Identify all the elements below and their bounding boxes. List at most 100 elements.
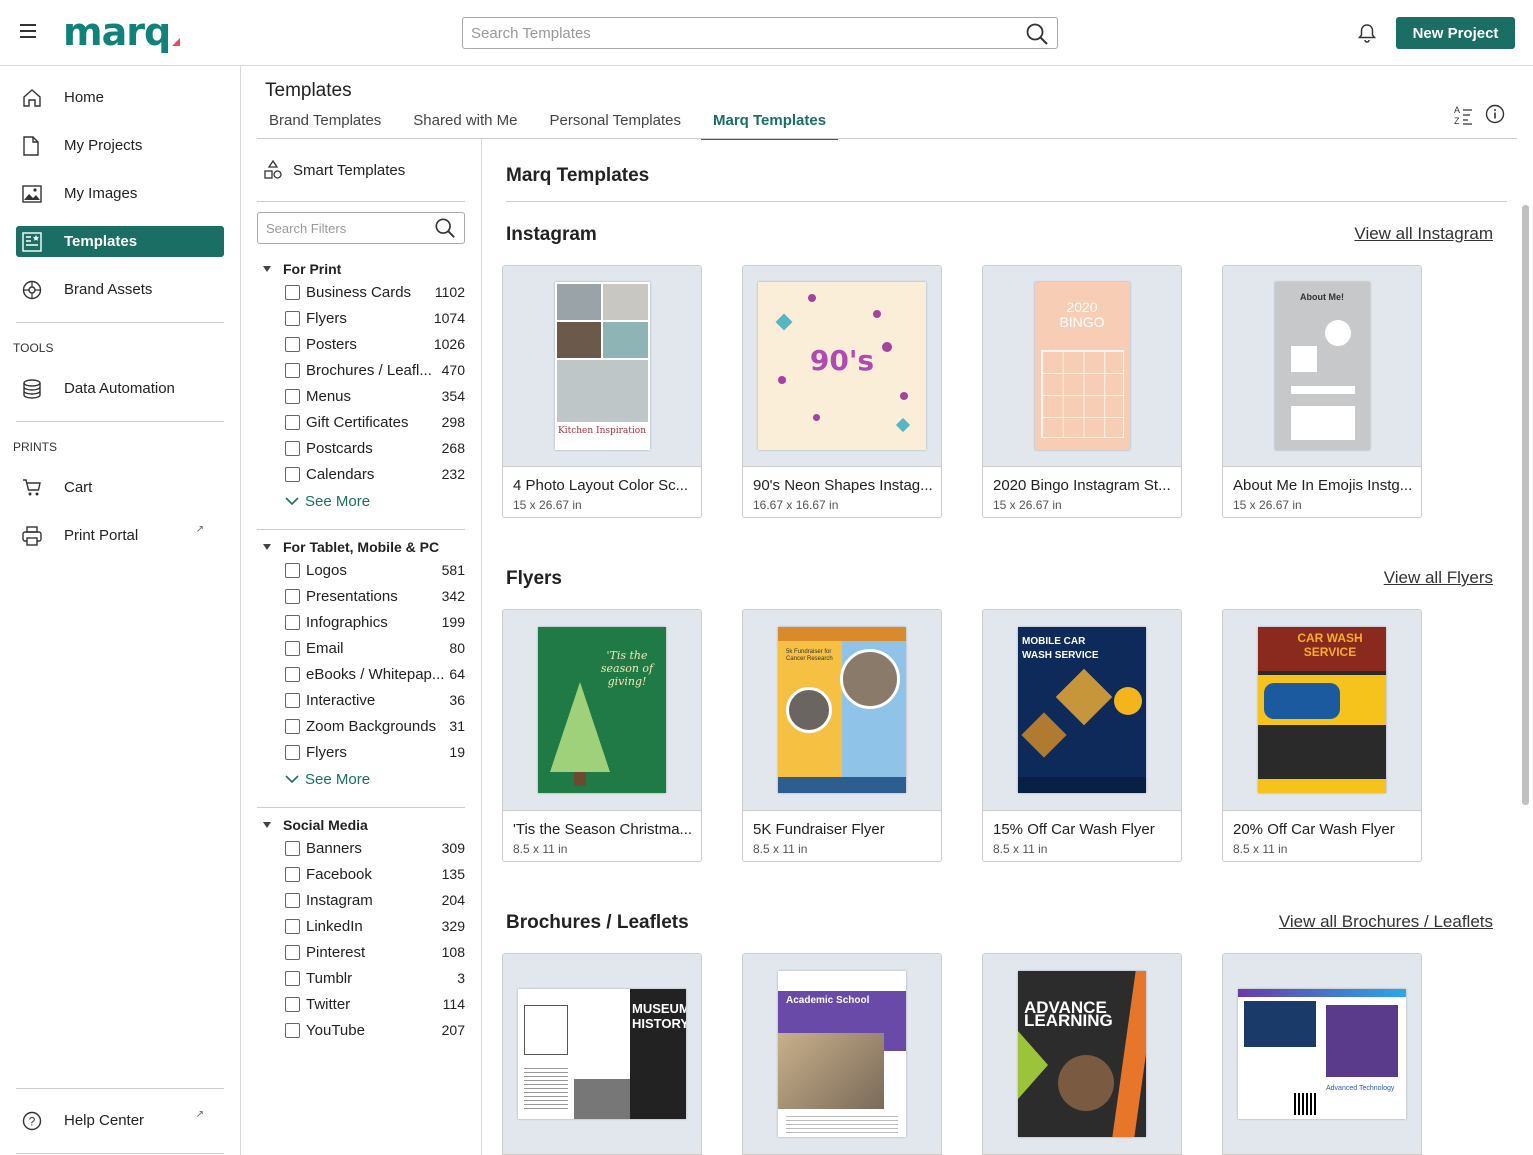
filter-row[interactable]: Twitter 114 <box>263 991 465 1017</box>
filter-row[interactable]: Logos 581 <box>263 557 465 583</box>
filter-row[interactable]: Flyers 19 <box>263 739 465 765</box>
template-card[interactable]: Academic School <box>742 953 942 1155</box>
checkbox[interactable] <box>285 892 300 908</box>
filter-row[interactable]: Facebook 135 <box>263 861 465 887</box>
sidebar-item-help-center[interactable]: ? Help Center ↗ <box>16 1105 224 1136</box>
filter-row[interactable]: Tumblr 3 <box>263 965 465 991</box>
sidebar-item-my-images[interactable]: My Images <box>16 178 224 209</box>
checkbox[interactable] <box>285 336 300 352</box>
checkbox[interactable] <box>285 970 300 986</box>
template-card[interactable]: About Me! About Me In Emojis Instg... 15… <box>1222 265 1422 518</box>
palette-icon <box>16 280 48 300</box>
filter-group-header[interactable]: For Print <box>263 259 465 279</box>
tab-shared-with-me[interactable]: Shared with Me <box>409 112 521 139</box>
filter-group-header[interactable]: For Tablet, Mobile & PC <box>263 537 465 557</box>
checkbox[interactable] <box>285 944 300 960</box>
sidebar-item-brand-assets[interactable]: Brand Assets <box>16 274 224 305</box>
template-card[interactable]: CAR WASH SERVICE 20% Off Car Wash Flyer … <box>1222 609 1422 862</box>
filter-row[interactable]: Instagram 204 <box>263 887 465 913</box>
tab-marq-templates[interactable]: Marq Templates <box>700 112 839 140</box>
checkbox[interactable] <box>285 562 300 578</box>
search-icon[interactable] <box>434 217 456 239</box>
checkbox[interactable] <box>285 466 300 482</box>
template-card[interactable]: Kitchen Inspiration 4 Photo Layout Color… <box>502 265 702 518</box>
template-card[interactable]: MOBILE CAR WASH SERVICE 15% Off Car Wash… <box>982 609 1182 862</box>
sidebar-item-data-automation[interactable]: Data Automation <box>16 373 224 404</box>
checkbox[interactable] <box>285 362 300 378</box>
sidebar-item-label: Print Portal <box>64 527 139 544</box>
checkbox[interactable] <box>285 1022 300 1038</box>
filter-row[interactable]: Presentations 342 <box>263 583 465 609</box>
checkbox[interactable] <box>285 614 300 630</box>
filter-row[interactable]: Gift Certificates 298 <box>263 409 465 435</box>
checkbox[interactable] <box>285 744 300 760</box>
checkbox[interactable] <box>285 840 300 856</box>
tab-brand-templates[interactable]: Brand Templates <box>265 112 385 139</box>
filter-row[interactable]: YouTube 207 <box>263 1017 465 1043</box>
bell-icon[interactable] <box>1356 22 1378 44</box>
see-more-link[interactable]: See More <box>263 487 465 515</box>
filter-row[interactable]: Postcards 268 <box>263 435 465 461</box>
tab-personal-templates[interactable]: Personal Templates <box>546 112 685 139</box>
filter-search-input[interactable] <box>258 213 418 243</box>
checkbox[interactable] <box>285 666 300 682</box>
sidebar-item-my-projects[interactable]: My Projects <box>16 130 224 161</box>
filter-row[interactable]: Pinterest 108 <box>263 939 465 965</box>
template-card[interactable]: 2020 BINGO 2020 Bingo Instagram St... 15… <box>982 265 1182 518</box>
template-card[interactable]: MUSEUM HISTORY <box>502 953 702 1155</box>
checkbox[interactable] <box>285 996 300 1012</box>
filter-row[interactable]: eBooks / Whitepap... 64 <box>263 661 465 687</box>
checkbox[interactable] <box>285 388 300 404</box>
view-all-link[interactable]: View all Instagram <box>1354 224 1493 244</box>
filter-row[interactable]: Business Cards 1102 <box>263 279 465 305</box>
filter-group-header[interactable]: Social Media <box>263 815 465 835</box>
template-card[interactable]: Advanced Technology <box>1222 953 1422 1155</box>
view-all-link[interactable]: View all Brochures / Leaflets <box>1279 912 1493 932</box>
filter-row[interactable]: Zoom Backgrounds 31 <box>263 713 465 739</box>
see-more-link[interactable]: See More <box>263 765 465 793</box>
search-templates <box>462 17 1058 49</box>
filter-row[interactable]: Email 80 <box>263 635 465 661</box>
sidebar-item-home[interactable]: Home <box>16 82 224 113</box>
filter-row[interactable]: Banners 309 <box>263 835 465 861</box>
template-card[interactable]: 90's 90's Neon Shapes Instag... 16.67 x … <box>742 265 942 518</box>
filter-row[interactable]: Brochures / Leafl... 470 <box>263 357 465 383</box>
template-card[interactable]: ADVANCE LEARNING <box>982 953 1182 1155</box>
checkbox[interactable] <box>285 310 300 326</box>
checkbox[interactable] <box>285 866 300 882</box>
template-card[interactable]: 5k Fundraiser for Cancer Research 5K Fun… <box>742 609 942 862</box>
checkbox[interactable] <box>285 440 300 456</box>
checkbox[interactable] <box>285 718 300 734</box>
smart-templates-link[interactable]: Smart Templates <box>263 160 405 180</box>
template-name: 4 Photo Layout Color Sc... <box>513 477 689 494</box>
filter-label: eBooks / Whitepap... <box>306 665 445 683</box>
search-icon[interactable] <box>1025 22 1049 46</box>
sidebar-item-cart[interactable]: Cart <box>16 472 224 503</box>
checkbox[interactable] <box>285 692 300 708</box>
filter-row[interactable]: Posters 1026 <box>263 331 465 357</box>
checkbox[interactable] <box>285 918 300 934</box>
scrollbar[interactable] <box>1522 205 1529 805</box>
checkbox[interactable] <box>285 284 300 300</box>
filter-row[interactable]: Flyers 1074 <box>263 305 465 331</box>
checkbox[interactable] <box>285 588 300 604</box>
sort-az-icon[interactable]: AZ <box>1453 104 1473 126</box>
search-input[interactable] <box>463 18 1003 48</box>
menu-icon[interactable] <box>20 24 36 38</box>
filter-row[interactable]: Menus 354 <box>263 383 465 409</box>
filter-row[interactable]: Infographics 199 <box>263 609 465 635</box>
template-card[interactable]: 'Tis the season of giving! 'Tis the Seas… <box>502 609 702 862</box>
checkbox[interactable] <box>285 640 300 656</box>
filter-row[interactable]: LinkedIn 329 <box>263 913 465 939</box>
marq-logo[interactable]: marq <box>63 10 171 54</box>
sidebar-item-print-portal[interactable]: Print Portal ↗ <box>16 520 224 551</box>
new-project-button[interactable]: New Project <box>1396 17 1515 49</box>
filter-row[interactable]: Interactive 36 <box>263 687 465 713</box>
checkbox[interactable] <box>285 414 300 430</box>
thumbnail-text: CAR WASH SERVICE <box>1297 631 1363 659</box>
info-icon[interactable] <box>1485 104 1505 124</box>
filter-row[interactable]: Calendars 232 <box>263 461 465 487</box>
prints-header: PRINTS <box>13 440 58 454</box>
sidebar-item-templates[interactable]: Templates <box>16 226 224 257</box>
view-all-link[interactable]: View all Flyers <box>1384 568 1493 588</box>
